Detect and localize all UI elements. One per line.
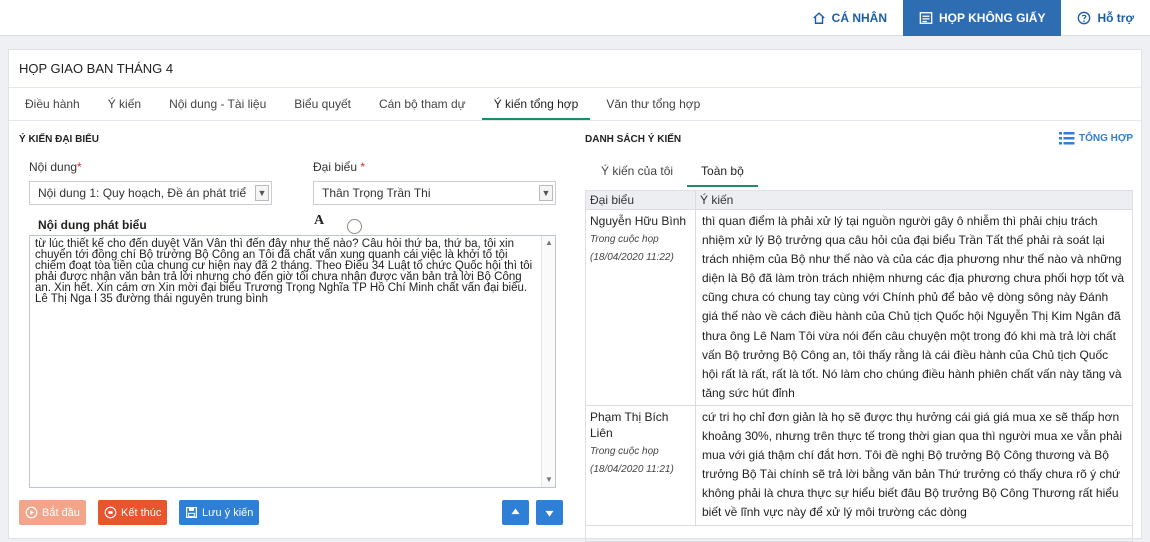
tab-bieu-quyet[interactable]: Biểu quyết — [282, 88, 363, 120]
summary-label: TỔNG HỢP — [1079, 133, 1134, 144]
content-label-text: Nội dung — [29, 160, 78, 174]
opinion-subtabs: Ý kiến của tôi Toàn bộ — [587, 157, 758, 187]
meeting-icon — [919, 12, 933, 24]
opinion-context: Trong cuộc họp — [590, 234, 659, 245]
tab-noi-dung-tai-lieu[interactable]: Nội dung - Tài liệu — [157, 88, 278, 120]
tab-van-thu-tong-hop[interactable]: Văn thư tổng hợp — [594, 88, 712, 120]
tab-dieu-hanh[interactable]: Điều hành — [13, 88, 92, 120]
delegate-select[interactable]: Thân Trọng Trần Thi ▼ — [313, 181, 556, 205]
stop-button[interactable]: Kết thúc — [98, 500, 168, 525]
nav-personal[interactable]: CÁ NHÂN — [796, 0, 903, 36]
nav-personal-label: CÁ NHÂN — [831, 11, 887, 25]
top-navigation: CÁ NHÂN HỌP KHÔNG GIẤY Hỗ trợ — [796, 0, 1150, 36]
scroll-up-icon[interactable]: ▲ — [542, 236, 555, 250]
start-button[interactable]: Bắt đầu — [19, 500, 86, 525]
opinion-list-heading: DANH SÁCH Ý KIẾN — [585, 134, 682, 145]
top-bar: CÁ NHÂN HỌP KHÔNG GIẤY Hỗ trợ — [0, 0, 1150, 36]
nav-paperless-label: HỌP KHÔNG GIẤY — [939, 11, 1046, 25]
move-down-button[interactable] — [536, 500, 563, 525]
nav-support-label: Hỗ trợ — [1097, 11, 1134, 25]
meeting-panel: HỌP GIAO BAN THÁNG 4 Điều hành Ý kiến Nộ… — [8, 49, 1142, 542]
col-header-delegate: Đại biểu — [586, 191, 696, 209]
content-label: Nội dung* — [29, 160, 82, 174]
start-button-label: Bắt đầu — [42, 506, 80, 519]
move-up-button[interactable] — [502, 500, 529, 525]
chevron-down-icon: ▼ — [255, 185, 269, 201]
chevron-down-icon: ▼ — [539, 185, 553, 201]
content-select-value: Nội dung 1: Quy hoạch, Đề án phát triể — [38, 186, 247, 200]
list-icon — [1059, 132, 1075, 145]
tab-y-kien[interactable]: Ý kiến — [96, 88, 153, 120]
opinion-time: (18/04/2020 11:22) — [590, 252, 674, 263]
subtab-all[interactable]: Toàn bộ — [687, 157, 758, 187]
opinion-time: (18/04/2020 11:21) — [590, 463, 674, 475]
summary-button[interactable]: TỔNG HỢP — [1059, 132, 1133, 145]
arrow-up-icon — [511, 508, 520, 515]
scroll-down-icon[interactable]: ▼ — [542, 473, 555, 487]
delegate-opinion-heading: Ý KIẾN ĐẠI BIỂU — [19, 134, 100, 145]
speech-content-text: từ lúc thiết kế cho đến duyệt Văn Vân th… — [35, 238, 533, 305]
save-button-label: Lưu ý kiến — [202, 506, 254, 519]
font-size-icon[interactable]: A — [314, 213, 324, 229]
meeting-title: HỌP GIAO BAN THÁNG 4 — [9, 50, 1141, 88]
opinion-text: thì quan điểm là phải xử lý tại nguồn ng… — [702, 214, 1125, 400]
delegate-name: Nguyễn Hữu Bình — [590, 214, 687, 228]
delegate-label: Đại biểu * — [313, 160, 366, 174]
save-opinion-button[interactable]: Lưu ý kiến — [179, 500, 260, 525]
save-icon — [186, 507, 197, 518]
font-toggle-radio[interactable] — [347, 219, 362, 234]
table-row[interactable]: Nguyễn Hữu Bình Trong cuộc họp (18/04/20… — [586, 210, 1132, 406]
table-row[interactable]: Phạm Thị Bích Liên Trong cuộc họp (18/04… — [586, 405, 1132, 526]
stop-button-label: Kết thúc — [121, 506, 162, 519]
delegate-select-value: Thân Trọng Trần Thi — [322, 186, 431, 200]
nav-paperless-meeting[interactable]: HỌP KHÔNG GIẤY — [903, 0, 1062, 36]
meeting-tabs: Điều hành Ý kiến Nội dung - Tài liệu Biể… — [9, 88, 1141, 121]
delegate-name: Phạm Thị Bích Liên — [590, 409, 669, 440]
tab-can-bo-tham-du[interactable]: Cán bộ tham dự — [367, 88, 478, 120]
col-header-opinion: Ý kiến — [700, 193, 734, 207]
arrow-down-icon — [545, 510, 554, 517]
opinion-table: Đại biểu Ý kiến Nguyễn Hữu Bình Trong cu… — [585, 190, 1133, 542]
content-select[interactable]: Nội dung 1: Quy hoạch, Đề án phát triể ▼ — [29, 181, 272, 205]
stop-circle-icon — [104, 506, 117, 519]
delegate-cell: Nguyễn Hữu Bình Trong cuộc họp (18/04/20… — [586, 210, 696, 405]
tab-y-kien-tong-hop[interactable]: Ý kiến tổng hợp — [481, 88, 591, 120]
speech-content-textarea[interactable]: từ lúc thiết kế cho đến duyệt Văn Vân th… — [29, 235, 556, 488]
help-icon — [1078, 11, 1091, 25]
table-header: Đại biểu Ý kiến — [586, 191, 1132, 210]
delegate-label-text: Đại biểu — [313, 160, 358, 174]
subtab-my-opinions[interactable]: Ý kiến của tôi — [587, 157, 687, 187]
home-icon — [812, 12, 825, 24]
textarea-scrollbar[interactable]: ▲ ▼ — [541, 236, 555, 487]
delegate-cell: Phạm Thị Bích Liên Trong cuộc họp (18/04… — [586, 405, 696, 525]
play-circle-icon — [25, 506, 38, 519]
opinion-text: cứ tri họ chỉ đơn giản là họ sẽ được thụ… — [702, 409, 1123, 520]
nav-support[interactable]: Hỗ trợ — [1061, 0, 1150, 36]
speech-content-label: Nội dung phát biểu — [38, 218, 147, 232]
opinion-context: Trong cuộc họp — [590, 445, 659, 457]
